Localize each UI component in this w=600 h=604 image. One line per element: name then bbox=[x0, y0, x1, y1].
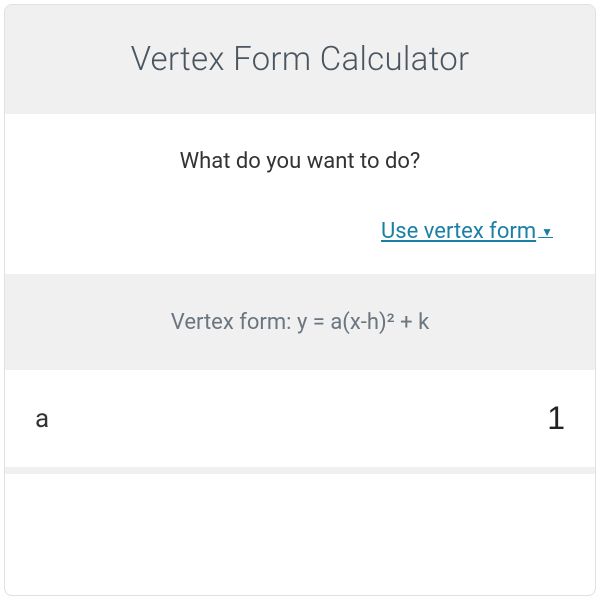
mode-dropdown-label: Use vertex form bbox=[381, 219, 536, 244]
mode-dropdown-link[interactable]: Use vertex form ▼ bbox=[381, 219, 553, 244]
input-label-a: a bbox=[35, 404, 49, 434]
question-prompt: What do you want to do? bbox=[35, 149, 565, 174]
formula-section: Vertex form: y = a(x-h)² + k bbox=[5, 275, 595, 370]
formula-label: Vertex form: y = a(x-h)² + k bbox=[25, 310, 575, 335]
input-row-a: a bbox=[5, 370, 595, 468]
mode-dropdown[interactable]: Use vertex form ▼ bbox=[35, 219, 565, 244]
question-section: What do you want to do? Use vertex form … bbox=[5, 114, 595, 275]
divider bbox=[5, 468, 595, 474]
input-field-a[interactable] bbox=[415, 400, 565, 437]
calculator-container: Vertex Form Calculator What do you want … bbox=[4, 4, 596, 596]
chevron-down-icon: ▼ bbox=[538, 225, 553, 239]
header-section: Vertex Form Calculator bbox=[5, 5, 595, 114]
page-title: Vertex Form Calculator bbox=[25, 40, 575, 79]
